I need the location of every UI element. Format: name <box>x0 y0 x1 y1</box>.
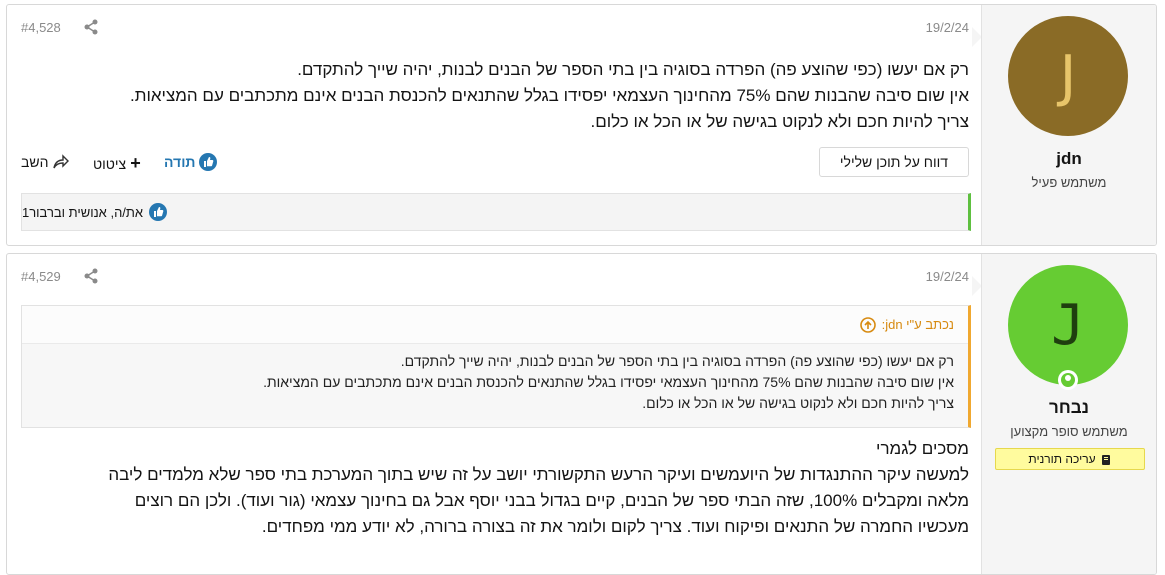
post-main: #4,528 19/2/24 רק אם יעשו (כפי שהוצע פה)… <box>7 5 982 245</box>
post-meta: #4,529 19/2/24 <box>21 267 969 287</box>
user-banner-text: עריכה תורנית <box>1028 452 1096 466</box>
post-body: מסכים לגמרי למעשה עיקר ההתנגדות של היועמ… <box>21 436 969 540</box>
book-icon <box>1100 452 1112 466</box>
avatar[interactable]: J <box>1008 16 1128 136</box>
thanks-button[interactable]: תודה <box>164 153 218 172</box>
post-body-line: צריך להיות חכם ולא לנקוט בגישה של או הכל… <box>590 112 970 131</box>
thanks-label: תודה <box>164 154 196 171</box>
reactions-bar[interactable]: את/ה, אנושית וברבור1 <box>21 193 971 231</box>
quote-line: אין שום סיבה שהבנות שהם 75% מהחינוך העצמ… <box>263 374 954 390</box>
reply-label: השב <box>21 153 49 170</box>
post-body-line: למעשה עיקר ההתנגדות של היועמשים ועיקר הר… <box>108 465 969 484</box>
user-title: משתמש סופר מקצוען <box>1010 424 1128 439</box>
reply-icon <box>52 153 70 170</box>
post-number[interactable]: #4,528 <box>21 20 61 35</box>
post-body-line: אין שום סיבה שהבנות שהם 75% מהחינוך העצמ… <box>130 86 969 105</box>
report-button[interactable]: דווח על תוכן שלילי <box>818 147 969 177</box>
plus-icon: + <box>130 153 141 173</box>
quote-label: ציטוט <box>93 155 127 172</box>
quote-button[interactable]: + ציטוט <box>93 153 141 174</box>
post-body-line: מעכשיו החמרה של התנאים ופיקוח ועוד. צריך… <box>261 517 969 536</box>
quote-line: צריך להיות חכם ולא לנקוט בגישה של או הכל… <box>642 395 954 411</box>
post-meta: #4,528 19/2/24 <box>21 18 969 38</box>
username[interactable]: jdn <box>982 149 1156 169</box>
post-actions: דווח על תוכן שלילי תודה + ציטוט השב <box>21 147 969 177</box>
post-body-line: מלאה ומקבלים 100%, שזה הבתי ספר של הבנים… <box>134 491 969 510</box>
post-body: רק אם יעשו (כפי שהוצע פה) הפרדה בסוגיה ב… <box>21 57 969 135</box>
post-main: #4,529 19/2/24 נכתב ע"י jdn: רק אם יעשו … <box>7 254 982 574</box>
username[interactable]: נבחר <box>982 398 1156 418</box>
quote-body: רק אם יעשו (כפי שהוצע פה) הפרדה בסוגיה ב… <box>34 351 954 414</box>
user-panel: J נבחר משתמש סופר מקצוען עריכה תורנית <box>981 254 1156 574</box>
avatar[interactable]: J <box>1008 265 1128 385</box>
online-status-icon <box>1058 370 1078 390</box>
quote-header[interactable]: נכתב ע"י jdn: <box>22 306 968 344</box>
reactions-text[interactable]: את/ה, אנושית וברבור1 <box>22 205 143 220</box>
post-date[interactable]: 19/2/24 <box>926 269 969 284</box>
post-4528: #4,528 19/2/24 רק אם יעשו (כפי שהוצע פה)… <box>6 4 1157 246</box>
user-banner: עריכה תורנית <box>995 448 1145 470</box>
post-date[interactable]: 19/2/24 <box>926 20 969 35</box>
share-icon[interactable] <box>83 267 99 284</box>
like-icon <box>149 203 168 221</box>
quote-line: רק אם יעשו (כפי שהוצע פה) הפרדה בסוגיה ב… <box>400 353 954 369</box>
blockquote: נכתב ע"י jdn: רק אם יעשו (כפי שהוצע פה) … <box>21 305 971 428</box>
user-panel: J jdn משתמש פעיל <box>981 5 1156 245</box>
quote-up-icon[interactable] <box>859 316 876 333</box>
post-body-line: מסכים לגמרי <box>876 439 969 458</box>
quote-header-text[interactable]: נכתב ע"י jdn: <box>882 317 954 332</box>
post-body-line: רק אם יעשו (כפי שהוצע פה) הפרדה בסוגיה ב… <box>297 60 969 79</box>
user-title: משתמש פעיל <box>1031 175 1107 190</box>
post-4529: #4,529 19/2/24 נכתב ע"י jdn: רק אם יעשו … <box>6 253 1157 575</box>
post-number[interactable]: #4,529 <box>21 269 61 284</box>
reply-button[interactable]: השב <box>21 153 70 170</box>
share-icon[interactable] <box>83 18 99 35</box>
like-icon <box>199 153 218 172</box>
